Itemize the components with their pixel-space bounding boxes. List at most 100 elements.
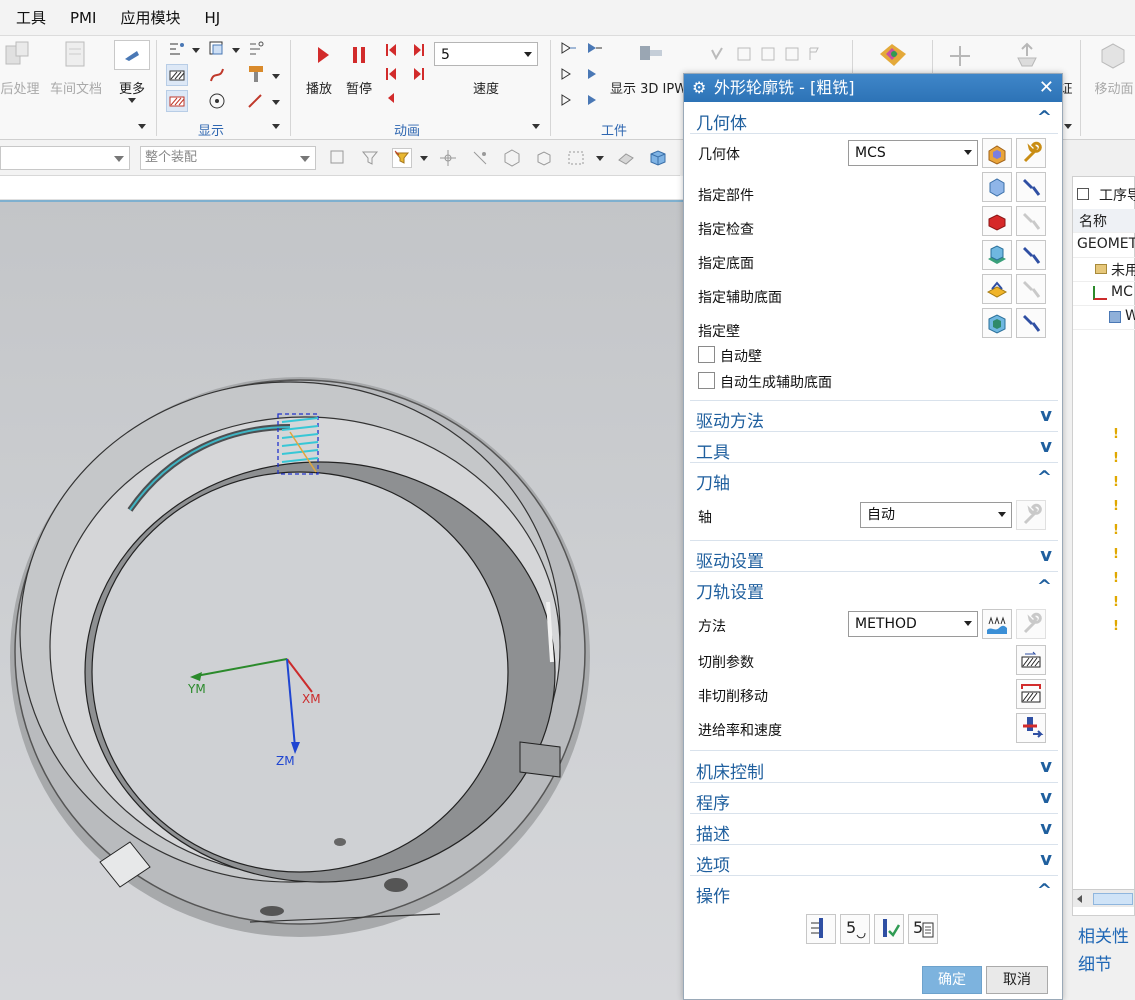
chevron-down-icon[interactable] (192, 48, 200, 53)
column-header-name[interactable]: 名称 (1073, 209, 1135, 233)
postprocess-button[interactable]: 后处理 (0, 78, 40, 97)
tree-row-unused[interactable]: 未用 (1073, 258, 1135, 282)
export-icon[interactable] (1012, 40, 1042, 70)
rewind-icon[interactable] (384, 66, 398, 82)
method-select[interactable]: METHOD (848, 611, 978, 637)
view-cube-icon[interactable] (648, 148, 668, 168)
axis-edit-button[interactable] (1016, 500, 1046, 530)
section-tool[interactable]: 工具 v (690, 435, 1058, 463)
simulation-icon[interactable] (876, 40, 910, 70)
display-wall-button[interactable] (1016, 308, 1046, 338)
auto-wall-checkbox[interactable] (698, 346, 715, 363)
details-link[interactable]: 细节 (1078, 950, 1112, 975)
display-floor-button[interactable] (1016, 240, 1046, 270)
check-tool-icon[interactable] (708, 44, 828, 64)
more-button[interactable]: 更多 (112, 78, 152, 97)
ipw-tool-icon[interactable] (560, 40, 578, 56)
filter-icon[interactable] (360, 148, 380, 168)
section-drive-settings[interactable]: 驱动设置 v (690, 544, 1058, 572)
checkbox-icon[interactable] (1077, 188, 1089, 200)
section-options[interactable]: 选项 v (690, 848, 1058, 876)
scroll-left-icon[interactable] (1077, 895, 1082, 903)
relations-link[interactable]: 相关性 (1078, 922, 1129, 947)
display-aux-floor-button[interactable] (1016, 274, 1046, 304)
chevron-down-icon[interactable] (1064, 124, 1072, 129)
fast-forward-icon[interactable] (412, 66, 426, 82)
point-icon[interactable] (470, 148, 490, 168)
speed-select[interactable]: 5 (434, 42, 538, 66)
list-output-button[interactable]: 5 (908, 914, 938, 944)
replay-button[interactable]: 5 (840, 914, 870, 944)
step-forward-icon[interactable] (412, 42, 426, 58)
axis-select[interactable]: 自动 (860, 502, 1012, 528)
select-icon[interactable] (328, 148, 348, 168)
cut-params-button[interactable] (1016, 645, 1046, 675)
specify-part-button[interactable] (982, 172, 1012, 202)
section-geometry[interactable]: 几何体 ^ (690, 106, 1058, 134)
new-method-button[interactable] (982, 609, 1012, 639)
ipw-tool5-icon[interactable] (560, 92, 578, 108)
hatch-box-icon[interactable] (166, 64, 188, 86)
chevron-down-icon[interactable] (272, 100, 280, 105)
play-button[interactable]: 播放 (300, 78, 338, 97)
menu-hj[interactable]: HJ (192, 9, 232, 27)
section-actions[interactable]: 操作 ^ (690, 879, 1058, 907)
section-path-settings[interactable]: 刀轨设置 ^ (690, 575, 1058, 603)
verify-button[interactable] (874, 914, 904, 944)
ipw-tool2-icon[interactable] (586, 40, 604, 56)
edit-method-button[interactable] (1016, 609, 1046, 639)
type-filter-select[interactable] (0, 146, 130, 170)
scroll-thumb[interactable] (1093, 893, 1133, 905)
funnel-icon[interactable] (392, 148, 412, 168)
hexagon-icon[interactable] (502, 148, 522, 168)
chevron-down-icon[interactable] (596, 156, 604, 161)
specify-floor-button[interactable] (982, 240, 1012, 270)
horizontal-scrollbar[interactable] (1073, 889, 1134, 907)
display-check-button[interactable] (1016, 206, 1046, 236)
geometry-select[interactable]: MCS (848, 140, 978, 166)
non-cut-moves-button[interactable] (1016, 679, 1046, 709)
target-icon[interactable] (208, 92, 226, 110)
tree-row-mcs[interactable]: MC (1073, 282, 1135, 306)
line-tool-icon[interactable] (246, 92, 264, 110)
chevron-down-icon[interactable] (232, 48, 240, 53)
section-program[interactable]: 程序 v (690, 786, 1058, 814)
ipw-tool3-icon[interactable] (560, 66, 578, 82)
display-part-button[interactable] (1016, 172, 1046, 202)
show-3d-ipw-button[interactable]: 显示 3D IPW (610, 78, 686, 97)
new-geometry-button[interactable] (982, 138, 1012, 168)
specify-wall-button[interactable] (982, 308, 1012, 338)
pause-icon[interactable] (350, 44, 368, 66)
section-tool-axis[interactable]: 刀轴 ^ (690, 466, 1058, 494)
section-drive-method[interactable]: 驱动方法 v (690, 404, 1058, 432)
group-expand-icon[interactable] (138, 124, 146, 129)
hatch-box-red-icon[interactable] (166, 90, 188, 112)
solid-select-icon[interactable] (534, 148, 554, 168)
menu-application[interactable]: 应用模块 (108, 7, 192, 28)
generate-button[interactable] (806, 914, 836, 944)
cancel-button[interactable]: 取消 (986, 966, 1048, 994)
graphics-viewport[interactable]: YM XM ZM (0, 200, 690, 1000)
back-icon[interactable] (386, 92, 396, 104)
plus-icon[interactable] (948, 44, 972, 68)
edit-geometry-button[interactable] (1016, 138, 1046, 168)
section-description[interactable]: 描述 v (690, 817, 1058, 845)
ok-button[interactable]: 确定 (922, 966, 982, 994)
pause-button[interactable]: 暂停 (340, 78, 378, 97)
display-path-icon[interactable] (208, 40, 226, 58)
rect-select-icon[interactable] (566, 148, 586, 168)
tool-holder-icon[interactable] (246, 64, 266, 84)
group-expand-icon[interactable] (532, 124, 540, 129)
display-tool-icon[interactable] (168, 40, 186, 58)
tree-row-geometry[interactable]: GEOMET (1073, 234, 1135, 258)
more-dropdown-icon[interactable] (128, 98, 136, 103)
tree-row-workpiece[interactable]: W (1073, 306, 1135, 330)
specify-check-button[interactable] (982, 206, 1012, 236)
dialog-titlebar[interactable]: ⚙ 外形轮廓铣 - [粗铣] ✕ (684, 74, 1062, 102)
auto-aux-floor-checkbox[interactable] (698, 372, 715, 389)
specify-aux-floor-button[interactable] (982, 274, 1012, 304)
shop-doc-button[interactable]: 车间文档 (46, 78, 106, 97)
section-machine-control[interactable]: 机床控制 v (690, 755, 1058, 783)
curve-path-icon[interactable] (208, 66, 226, 84)
step-back-icon[interactable] (384, 42, 398, 58)
